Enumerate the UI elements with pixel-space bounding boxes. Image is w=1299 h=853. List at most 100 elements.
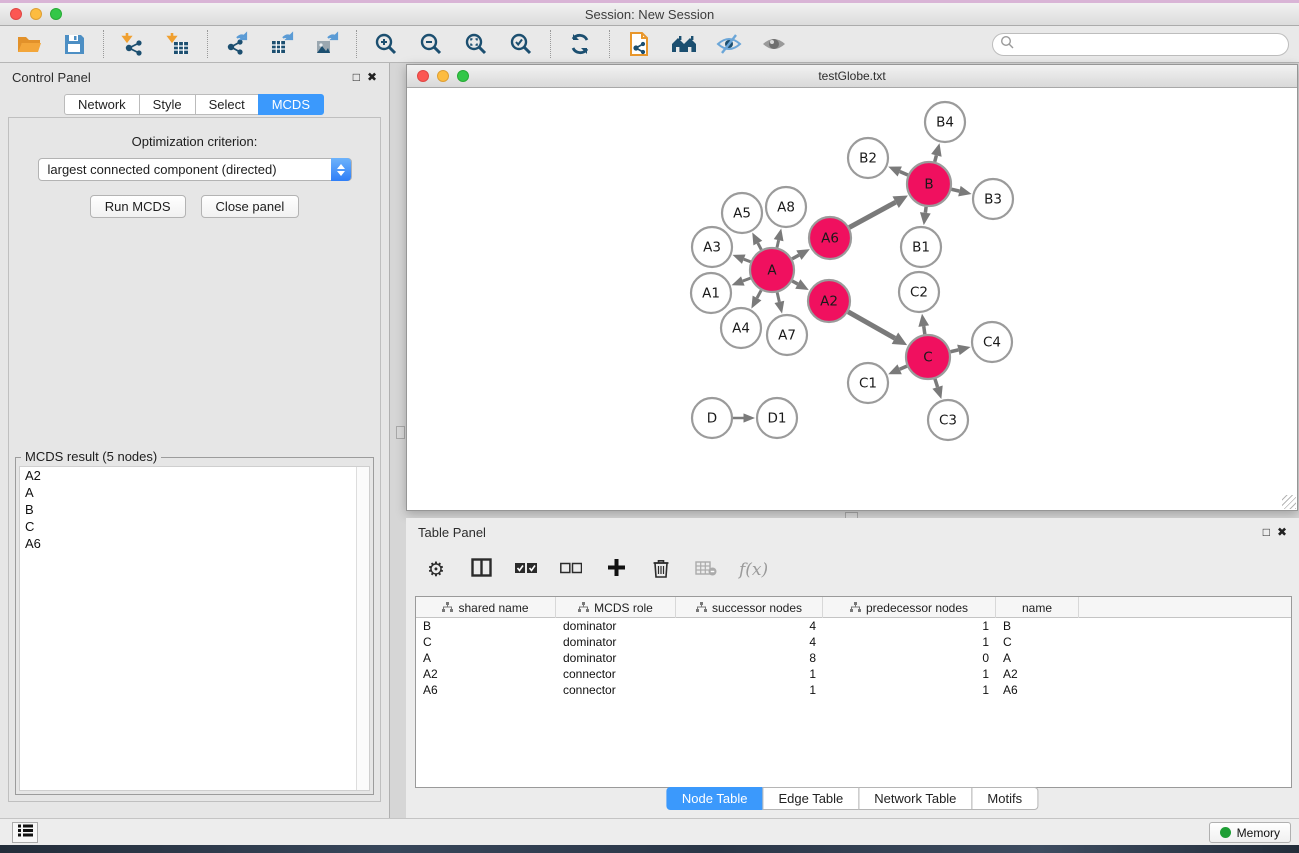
edge-A-A4[interactable] <box>757 290 761 298</box>
mcds-result-list[interactable]: A2ABCA6 <box>19 466 370 791</box>
result-item[interactable]: B <box>20 501 369 518</box>
select-columns-button[interactable] <box>469 558 493 582</box>
edge-A-A1[interactable] <box>743 278 751 281</box>
cell-successor-nodes: 4 <box>676 634 823 650</box>
tab-edge-table[interactable]: Edge Table <box>762 787 859 810</box>
close-panel-button[interactable]: Close panel <box>201 195 300 218</box>
zoom-fit-button[interactable] <box>462 30 490 58</box>
network-canvas[interactable]: AA1A3A5A8A4A7A6A2BB2B4B3B1CC2C4C1C3DD1 <box>407 88 1297 510</box>
delete-table-button[interactable] <box>694 558 718 582</box>
result-item[interactable]: A <box>20 484 369 501</box>
edge-B-B4[interactable] <box>935 155 937 161</box>
search-field[interactable] <box>992 33 1289 56</box>
edge-B-B1[interactable] <box>925 207 926 213</box>
column-header-name[interactable]: name <box>996 597 1079 618</box>
edge-C-C4[interactable] <box>950 350 958 352</box>
tab-network[interactable]: Network <box>64 94 140 115</box>
deselect-all-button[interactable] <box>559 558 583 582</box>
result-list-scrollbar[interactable] <box>356 467 369 790</box>
network-view-window: testGlobe.txt AA1A3A5A8A4A7A6A2BB2B4B3B1… <box>406 64 1298 511</box>
table-row[interactable]: A6connector11A6 <box>416 682 1291 698</box>
zoom-in-button[interactable] <box>372 30 400 58</box>
column-header-predecessor-nodes[interactable]: predecessor nodes <box>823 597 996 618</box>
edge-C-C3[interactable] <box>935 379 938 387</box>
node-label-A: A <box>767 263 777 279</box>
edge-A-A3[interactable] <box>744 259 751 262</box>
edge-B-B2[interactable] <box>900 172 908 175</box>
unchecked-boxes-icon <box>560 561 582 579</box>
table-row[interactable]: Bdominator41B <box>416 618 1291 634</box>
edge-A6-B[interactable] <box>849 202 895 227</box>
close-panel-icon[interactable]: ✖ <box>367 70 377 84</box>
zoom-selected-button[interactable] <box>507 30 535 58</box>
result-item[interactable]: C <box>20 518 369 535</box>
edge-A-A6[interactable] <box>792 255 799 259</box>
save-session-button[interactable] <box>60 30 88 58</box>
vertical-splitter-handle[interactable] <box>396 426 405 439</box>
cell-shared-name: B <box>416 618 556 634</box>
tab-motifs[interactable]: Motifs <box>971 787 1038 810</box>
table-row[interactable]: Cdominator41C <box>416 634 1291 650</box>
task-history-button[interactable] <box>12 822 38 843</box>
table-settings-button[interactable]: ⚙ <box>424 558 448 582</box>
zoom-out-button[interactable] <box>417 30 445 58</box>
main-toolbar <box>0 26 1299 63</box>
cell-shared-name: A6 <box>416 682 556 698</box>
edge-A-A8[interactable] <box>777 240 779 247</box>
export-table-icon <box>269 31 295 57</box>
column-header-successor-nodes[interactable]: successor nodes <box>676 597 823 618</box>
import-table-button[interactable] <box>164 30 192 58</box>
float-table-panel-icon[interactable]: □ <box>1263 525 1270 539</box>
export-image-button[interactable] <box>313 30 341 58</box>
mcds-result-group: MCDS result (5 nodes) A2ABCA6 <box>15 457 374 795</box>
open-session-button[interactable] <box>15 30 43 58</box>
run-mcds-button[interactable]: Run MCDS <box>90 195 186 218</box>
node-table[interactable]: shared nameMCDS rolesuccessor nodesprede… <box>415 596 1292 788</box>
edge-A-A7[interactable] <box>777 292 779 301</box>
tab-network-table[interactable]: Network Table <box>858 787 972 810</box>
close-table-panel-icon[interactable]: ✖ <box>1277 525 1287 539</box>
node-label-C3: C3 <box>939 413 957 429</box>
edge-A-A5[interactable] <box>758 243 761 250</box>
result-item[interactable]: A2 <box>20 467 369 484</box>
function-builder-button[interactable]: f(x) <box>739 558 768 582</box>
export-network-button[interactable] <box>223 30 251 58</box>
delete-column-button[interactable] <box>649 558 673 582</box>
tab-node-table[interactable]: Node Table <box>666 787 764 810</box>
edge-B-B3[interactable] <box>951 189 959 191</box>
table-row[interactable]: Adominator80A <box>416 650 1291 666</box>
arrowhead-B-B3 <box>958 186 971 197</box>
column-header-MCDS-role[interactable]: MCDS role <box>556 597 676 618</box>
tab-mcds[interactable]: MCDS <box>258 94 324 115</box>
apply-layout-button[interactable] <box>566 30 594 58</box>
network-window-titlebar[interactable]: testGlobe.txt <box>407 65 1297 88</box>
edge-A-A2[interactable] <box>792 281 798 284</box>
float-panel-icon[interactable]: □ <box>353 70 360 84</box>
cell-predecessor-nodes: 1 <box>823 666 996 682</box>
export-table-button[interactable] <box>268 30 296 58</box>
node-label-A6: A6 <box>821 231 839 247</box>
result-item[interactable]: A6 <box>20 535 369 552</box>
show-graphics-details-button[interactable] <box>760 30 788 58</box>
column-header-shared-name[interactable]: shared name <box>416 597 556 618</box>
memory-button[interactable]: Memory <box>1209 822 1291 843</box>
cell-MCDS-role: connector <box>556 666 676 682</box>
edge-A2-C[interactable] <box>848 312 895 338</box>
optimization-criterion-select[interactable]: largest connected component (directed) <box>38 158 352 181</box>
table-row[interactable]: A2connector11A2 <box>416 666 1291 682</box>
select-all-button[interactable] <box>514 558 538 582</box>
cell-successor-nodes: 4 <box>676 618 823 634</box>
import-network-button[interactable] <box>119 30 147 58</box>
tab-select[interactable]: Select <box>195 94 259 115</box>
home-pages-button[interactable] <box>670 30 698 58</box>
table-body: Bdominator41BCdominator41CAdominator80A A… <box>416 618 1291 698</box>
new-network-from-selection-button[interactable] <box>625 30 653 58</box>
edge-C-C2[interactable] <box>924 326 925 334</box>
search-input[interactable] <box>1015 38 1288 52</box>
list-icon <box>18 824 33 842</box>
tab-style[interactable]: Style <box>139 94 196 115</box>
create-column-button[interactable] <box>604 558 628 582</box>
window-resize-grip[interactable] <box>1282 495 1296 509</box>
edge-C-C1[interactable] <box>900 366 907 369</box>
hide-graphics-details-button[interactable] <box>715 30 743 58</box>
